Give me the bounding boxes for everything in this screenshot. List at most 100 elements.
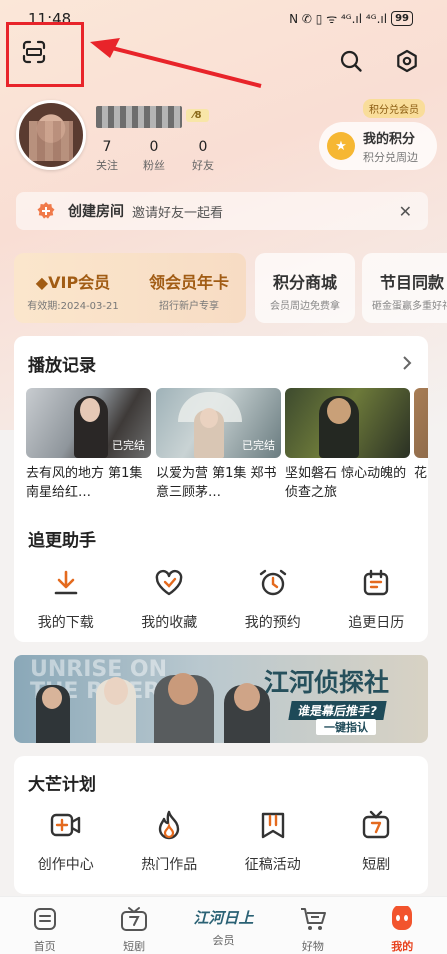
plan-label: 短剧: [362, 857, 391, 873]
vip-title: ◆VIP会员: [14, 269, 132, 293]
home-icon: [33, 908, 56, 930]
stat-value: 7: [102, 139, 112, 155]
annotation-arrow: [90, 38, 262, 88]
tv-icon: [121, 907, 148, 931]
points-title: 我的积分: [363, 131, 416, 147]
stat-label: 粉丝: [143, 159, 165, 172]
favorite-heart-icon: [155, 569, 183, 596]
cart-icon: [300, 908, 326, 930]
my-points-button[interactable]: ★ 我的积分 积分兑周边: [319, 122, 437, 170]
my-favorites-button[interactable]: 我的收藏: [118, 566, 222, 632]
same-style-card[interactable]: 节目同款 砸金蛋赢多重好礼: [362, 253, 447, 323]
annual-card-title: 领会员年卡: [148, 273, 229, 292]
download-icon: [54, 570, 78, 595]
points-mall-card[interactable]: 积分商城 会员周边免费拿: [255, 253, 355, 323]
stat-following[interactable]: 7 关注: [87, 139, 127, 173]
tab-label: 会员: [212, 934, 235, 947]
same-style-sub: 砸金蛋赢多重好礼: [372, 301, 447, 312]
promo-banner[interactable]: UNRISE ON THE RIVER 江河侦探社 谁是幕后推手? 一键指认: [14, 655, 428, 743]
stat-fans[interactable]: 0 粉丝: [134, 139, 174, 173]
level-value: 8: [194, 110, 202, 121]
battery-icon: 99: [391, 11, 413, 26]
stat-value: 0: [198, 139, 208, 155]
tab-mine[interactable]: 我的: [358, 897, 447, 954]
poster-thumbnail: [414, 388, 428, 458]
room-title: 创建房间: [68, 204, 124, 220]
tab-label: 短剧: [123, 940, 146, 953]
finished-badge: 已完结: [242, 439, 275, 452]
vip-card[interactable]: ◆VIP会员 有效期:2024-03-21 领会员年卡 招行新户专享: [14, 253, 246, 323]
short-drama-button[interactable]: 短剧: [325, 808, 429, 874]
tab-label: 首页: [33, 940, 56, 953]
helper-label: 我的下载: [37, 615, 94, 631]
stat-value: 0: [149, 139, 159, 155]
helper-label: 我的预约: [244, 615, 301, 631]
history-list: 已完结 去有风的地方 第1集 南星给红… 已完结 以爱为营 第1集 郑书意三顾茅…: [26, 388, 428, 506]
diamond-icon: ◆: [35, 273, 49, 292]
tab-goods[interactable]: 好物: [268, 897, 357, 954]
my-downloads-button[interactable]: 我的下载: [14, 566, 118, 632]
history-panel: 播放记录 已完结 去有风的地方 第1集 南星给红… 已完结 以爱为营 第1集 郑…: [14, 336, 428, 642]
creator-center-button[interactable]: 创作中心: [14, 808, 118, 874]
calendar-icon: [364, 569, 389, 596]
vip-title-text: VIP会员: [48, 273, 111, 292]
video-plus-icon: [50, 813, 80, 837]
points-subtitle: 积分兑周边: [363, 150, 418, 164]
points-tag: 积分兑会员: [363, 99, 425, 118]
history-item[interactable]: 已完结 去有风的地方 第1集 南星给红…: [26, 388, 151, 504]
same-style-title: 节目同款: [379, 273, 444, 292]
settings-button[interactable]: [390, 44, 424, 78]
username-redacted[interactable]: [96, 106, 182, 128]
avatar[interactable]: [16, 100, 86, 170]
points-mall-title: 积分商城: [272, 273, 337, 292]
history-caption: 去有风的地方 第1集 南星给红…: [26, 466, 143, 500]
vip-expiry: 有效期:2024-03-21: [27, 301, 119, 312]
points-mall-sub: 会员周边免费拿: [270, 301, 340, 312]
jiangheri-logo: 江河日上: [193, 909, 254, 927]
star-coin-icon: ★: [327, 132, 355, 160]
room-badge-icon: [37, 202, 55, 219]
close-icon[interactable]: ✕: [399, 202, 412, 221]
chevron-right-icon[interactable]: [402, 355, 412, 371]
tab-label: 好物: [301, 940, 324, 953]
stat-friends[interactable]: 0 好友: [183, 139, 223, 173]
plan-title: 大芒计划: [28, 775, 96, 795]
banner-cta[interactable]: 一键指认: [316, 719, 376, 735]
search-icon: [340, 50, 362, 72]
my-reservations-button[interactable]: 我的预约: [221, 566, 325, 632]
tab-short-drama[interactable]: 短剧: [89, 897, 178, 954]
tv-icon: [363, 810, 390, 839]
status-indicators: N ✆ ▯ ᯤ ⁴ᴳ.ıl ⁴ᴳ.ıl: [289, 12, 388, 26]
avatar-blur: [29, 121, 73, 161]
room-subtitle: 邀请好友一起看: [132, 205, 224, 221]
search-button[interactable]: [334, 44, 368, 78]
tab-home[interactable]: 首页: [0, 897, 89, 954]
plan-grid: 创作中心 热门作品 征稿活动 短剧: [14, 808, 428, 874]
history-caption: 花 路: [414, 466, 428, 481]
benefit-cards: ◆VIP会员 有效期:2024-03-21 领会员年卡 招行新户专享 积分商城 …: [14, 253, 447, 323]
plan-label: 热门作品: [141, 857, 198, 873]
mango-face-icon: [392, 904, 413, 930]
stat-label: 好友: [192, 159, 214, 172]
annotation-highlight-box: [6, 22, 84, 87]
tab-membership[interactable]: 江河日上 会员: [179, 897, 268, 954]
update-calendar-button[interactable]: 追更日历: [325, 566, 429, 632]
bookmark-icon: [261, 812, 284, 839]
create-room-bar[interactable]: 创建房间 邀请好友一起看 ✕: [16, 192, 428, 230]
helper-title: 追更助手: [28, 531, 96, 551]
submission-activity-button[interactable]: 征稿活动: [221, 808, 325, 874]
history-title: 播放记录: [28, 356, 96, 376]
hot-works-button[interactable]: 热门作品: [118, 808, 222, 874]
history-caption: 以爱为营 第1集 郑书意三顾茅…: [156, 466, 277, 500]
history-item[interactable]: 花 路: [414, 388, 428, 504]
helper-label: 追更日历: [348, 615, 405, 631]
tab-label: 我的: [391, 940, 414, 953]
banner-title: 江河侦探社: [264, 668, 390, 697]
helper-grid: 我的下载 我的收藏 我的预约 追更日历: [14, 566, 428, 632]
poster-thumbnail: [285, 388, 410, 458]
banner-subtitle: 谁是幕后推手?: [288, 701, 387, 720]
poster-thumbnail: 已完结: [26, 388, 151, 458]
history-item[interactable]: 已完结 以爱为营 第1集 郑书意三顾茅…: [156, 388, 281, 504]
history-item[interactable]: 坚如磐石 惊心动魄的侦查之旅: [285, 388, 410, 504]
plan-label: 创作中心: [37, 857, 94, 873]
